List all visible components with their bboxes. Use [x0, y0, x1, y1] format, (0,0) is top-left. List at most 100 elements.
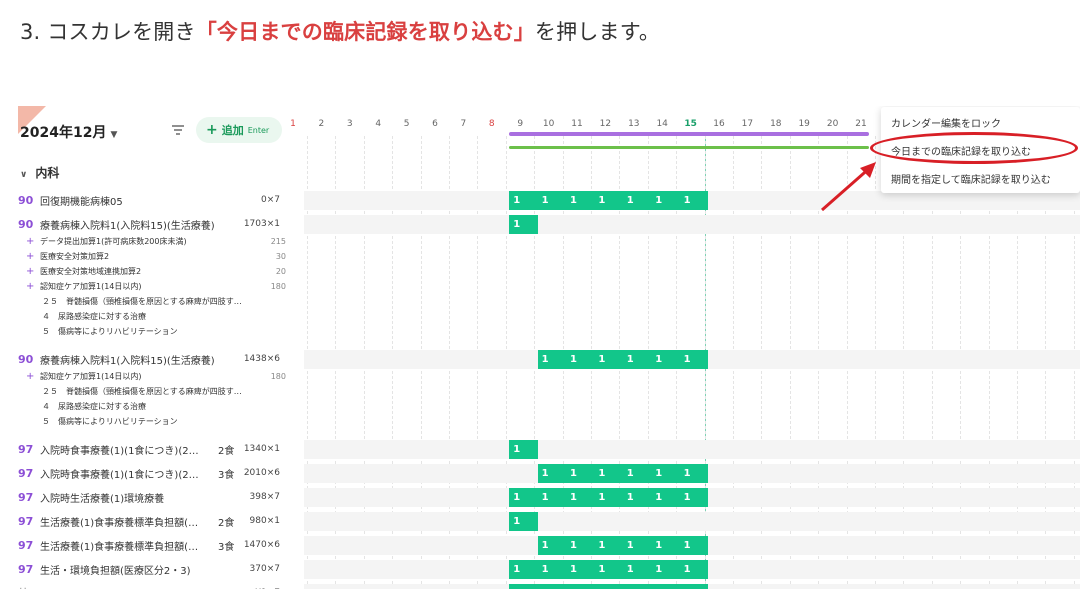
list-item[interactable]: 97 入院時生活療養(1)環境療養 398×7 [18, 488, 280, 506]
item-dose: 3食 [218, 541, 235, 553]
sub-item-name: データ提出加算1(許可病床数200床未満) [40, 236, 187, 246]
day-cell[interactable]: 1 [594, 560, 623, 579]
item-quantity: 370×7 [249, 564, 280, 574]
day-cell[interactable]: 1 [509, 191, 538, 210]
note-text: ２５ 脊髄損傷（頸椎損傷を原因とする麻痺が四肢す… [42, 296, 242, 306]
calendar-app: 2024年12月 ▼ + 追加 Enter ∨ 内科 1 2 3 4 5 6 7 8 9 10 11 12… [18, 106, 1080, 589]
day-cell[interactable]: 1 [679, 191, 708, 210]
day-cell[interactable]: 1 [509, 215, 538, 234]
plus-icon: + [26, 265, 35, 277]
plus-icon: + [26, 250, 35, 262]
day-cell[interactable]: 1 [566, 560, 595, 579]
sub-item-name: 認知症ケア加算1(14日以内) [40, 371, 142, 381]
filter-icon[interactable] [171, 123, 185, 137]
list-item[interactable]: 97 入院時食事療養(1)(1食につき)(2… 2食 1340×1 [18, 440, 280, 458]
day-cell[interactable]: 1 [622, 488, 652, 507]
day-cell[interactable]: 1 [679, 584, 708, 589]
sub-item[interactable]: + 認知症ケア加算1(14日以内) 180 [26, 279, 286, 293]
item-code: 97 [18, 562, 34, 576]
day-cell[interactable]: 1 [566, 536, 595, 555]
list-item[interactable]: 外保険外室料差額¥1×7 [18, 584, 280, 589]
day-cell[interactable]: 1 [509, 488, 538, 507]
day-cell[interactable]: 1 [651, 350, 680, 369]
day-cell[interactable]: 1 [509, 440, 538, 459]
list-item[interactable]: 97 入院時食事療養(1)(1食につき)(2… 3食 2010×6 [18, 464, 280, 482]
day-cell[interactable]: 1 [594, 191, 623, 210]
day-cell[interactable]: 1 [679, 536, 708, 555]
list-item[interactable]: 97 生活療養(1)食事療養標準負担額(… 3食 1470×6 [18, 536, 280, 554]
day-cell[interactable]: 1 [509, 512, 538, 531]
day-cell[interactable]: 1 [651, 191, 680, 210]
day-cell[interactable]: 1 [537, 536, 566, 555]
highlight-circle [870, 132, 1078, 164]
section-internal-medicine[interactable]: ∨ 内科 [20, 164, 59, 181]
sub-item[interactable]: + データ提出加算1(許可病床数200床未満) 215 [26, 234, 286, 248]
sub-item[interactable]: + 認知症ケア加算1(14日以内) 180 [26, 369, 286, 383]
day-header-1: 1 [290, 119, 296, 129]
day-cell[interactable]: 1 [566, 488, 595, 507]
item-name: 生活療養(1)食事療養標準負担額(… [40, 541, 199, 553]
day-cell[interactable]: 1 [537, 584, 566, 589]
day-header-17: 17 [741, 119, 754, 129]
day-cell[interactable]: 1 [566, 350, 595, 369]
day-cell[interactable]: 1 [651, 536, 680, 555]
day-header-6: 6 [432, 119, 438, 129]
item-code: 97 [18, 490, 34, 504]
day-cell[interactable]: 1 [651, 488, 680, 507]
day-cell[interactable]: 1 [651, 464, 680, 483]
day-cell[interactable]: 1 [622, 584, 652, 589]
day-cell[interactable]: 1 [651, 584, 680, 589]
day-cell[interactable]: 1 [566, 191, 595, 210]
day-cell[interactable]: 1 [594, 350, 623, 369]
day-cell[interactable]: 1 [679, 560, 708, 579]
day-header-21: 21 [855, 119, 867, 129]
menu-item-lock-calendar[interactable]: カレンダー編集をロック [891, 115, 1001, 130]
day-cell[interactable]: 1 [566, 584, 595, 589]
list-item[interactable]: 90 療養病棟入院料1(入院料15)(生活療養) 1438×6 [18, 350, 280, 368]
day-cell[interactable]: 1 [537, 350, 566, 369]
day-cell[interactable]: 1 [679, 350, 708, 369]
month-selector[interactable]: 2024年12月 ▼ [20, 122, 117, 142]
add-button[interactable]: + 追加 Enter [196, 117, 282, 143]
day-cell[interactable]: 1 [509, 584, 538, 589]
chevron-down-icon: ∨ [20, 170, 28, 180]
plus-icon: + [26, 370, 35, 382]
day-cell[interactable]: 1 [594, 464, 623, 483]
list-item[interactable]: 90 回復期機能病棟05 0×7 [18, 191, 280, 209]
day-cell[interactable]: 1 [566, 464, 595, 483]
plus-icon: + [206, 122, 218, 138]
day-cell[interactable]: 1 [594, 584, 623, 589]
day-cell[interactable]: 1 [622, 536, 652, 555]
sub-item-value: 215 [270, 236, 286, 246]
item-quantity: 1340×1 [243, 444, 280, 454]
day-cell[interactable]: 1 [509, 560, 538, 579]
day-header-4: 4 [375, 119, 382, 129]
row-background [304, 512, 1080, 531]
day-cell[interactable]: 1 [622, 464, 652, 483]
list-item[interactable]: 97 生活・環境負担額(医療区分2・3) 370×7 [18, 560, 280, 578]
disease-note: ５ 傷病等によりリハビリテーション [42, 324, 282, 338]
list-item[interactable]: 97 生活療養(1)食事療養標準負担額(… 2食 980×1 [18, 512, 280, 530]
day-cell[interactable]: 1 [679, 488, 708, 507]
day-cell[interactable]: 1 [594, 536, 623, 555]
sub-item-name: 医療安全対策地域連携加算2 [40, 266, 142, 276]
add-label: 追加 [221, 124, 244, 137]
day-cell[interactable]: 1 [679, 464, 708, 483]
day-cell[interactable]: 1 [622, 191, 652, 210]
sub-item-value: 180 [270, 371, 286, 381]
sub-item[interactable]: + 医療安全対策地域連携加算2 20 [26, 264, 286, 278]
day-cell[interactable]: 1 [622, 560, 652, 579]
sub-item[interactable]: + 医療安全対策加算2 30 [26, 249, 286, 263]
day-cell[interactable]: 1 [537, 560, 566, 579]
menu-item-import-by-period[interactable]: 期間を指定して臨床記録を取り込む [891, 171, 1051, 186]
list-item[interactable]: 90 療養病棟入院料1(入院料15)(生活療養) 1703×1 [18, 215, 280, 233]
day-cell[interactable]: 1 [537, 191, 566, 210]
plus-icon: + [26, 235, 35, 247]
day-header-3: 3 [346, 119, 353, 129]
day-cell[interactable]: 1 [651, 560, 680, 579]
day-cell[interactable]: 1 [537, 464, 566, 483]
item-name: 生活療養(1)食事療養標準負担額(… [40, 517, 199, 529]
day-cell[interactable]: 1 [594, 488, 623, 507]
day-cell[interactable]: 1 [537, 488, 566, 507]
day-cell[interactable]: 1 [622, 350, 652, 369]
